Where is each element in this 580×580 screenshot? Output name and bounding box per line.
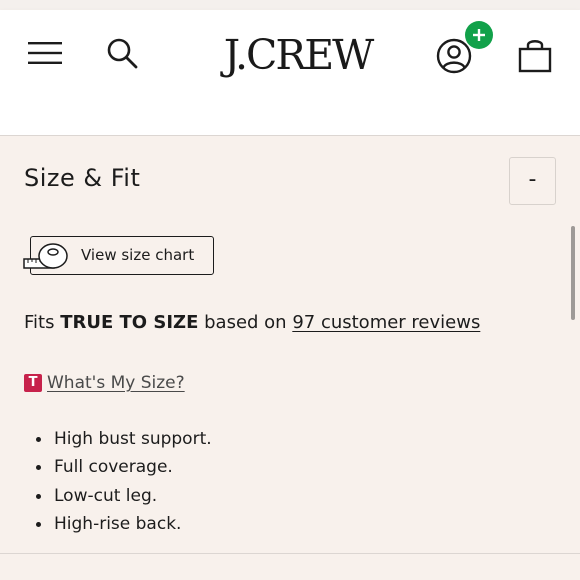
list-item: High bust support. — [36, 425, 212, 453]
jcrew-logo[interactable]: J.CREW — [214, 30, 382, 80]
collapse-button[interactable]: - — [509, 157, 556, 205]
top-strip — [0, 0, 580, 10]
whats-my-size-badge-icon: T — [24, 374, 42, 392]
fit-mid: based on — [198, 312, 293, 333]
measuring-tape-icon — [23, 243, 68, 269]
search-icon[interactable] — [106, 37, 138, 69]
scrollbar-thumb[interactable] — [571, 226, 575, 320]
fit-value: TRUE TO SIZE — [60, 312, 199, 333]
list-item: Low-cut leg. — [36, 482, 212, 510]
list-item: High-rise back. — [36, 510, 212, 538]
section-divider — [0, 553, 580, 554]
fit-summary: Fits TRUE TO SIZE based on 97 customer r… — [24, 312, 480, 333]
size-fit-heading: Size & Fit — [24, 164, 141, 192]
customer-reviews-link[interactable]: 97 customer reviews — [292, 312, 480, 333]
list-item: Full coverage. — [36, 453, 212, 481]
fit-features-list: High bust support. Full coverage. Low-cu… — [36, 425, 212, 538]
fit-prefix: Fits — [24, 312, 61, 333]
whats-my-size-link[interactable]: What's My Size? — [47, 373, 185, 393]
header-spacer — [0, 100, 580, 136]
signin-plus-badge[interactable] — [465, 21, 493, 49]
view-size-chart-label: View size chart — [81, 246, 195, 264]
shopping-bag-icon[interactable] — [518, 37, 552, 73]
hamburger-menu-icon[interactable] — [28, 41, 62, 65]
plus-icon — [473, 29, 485, 41]
